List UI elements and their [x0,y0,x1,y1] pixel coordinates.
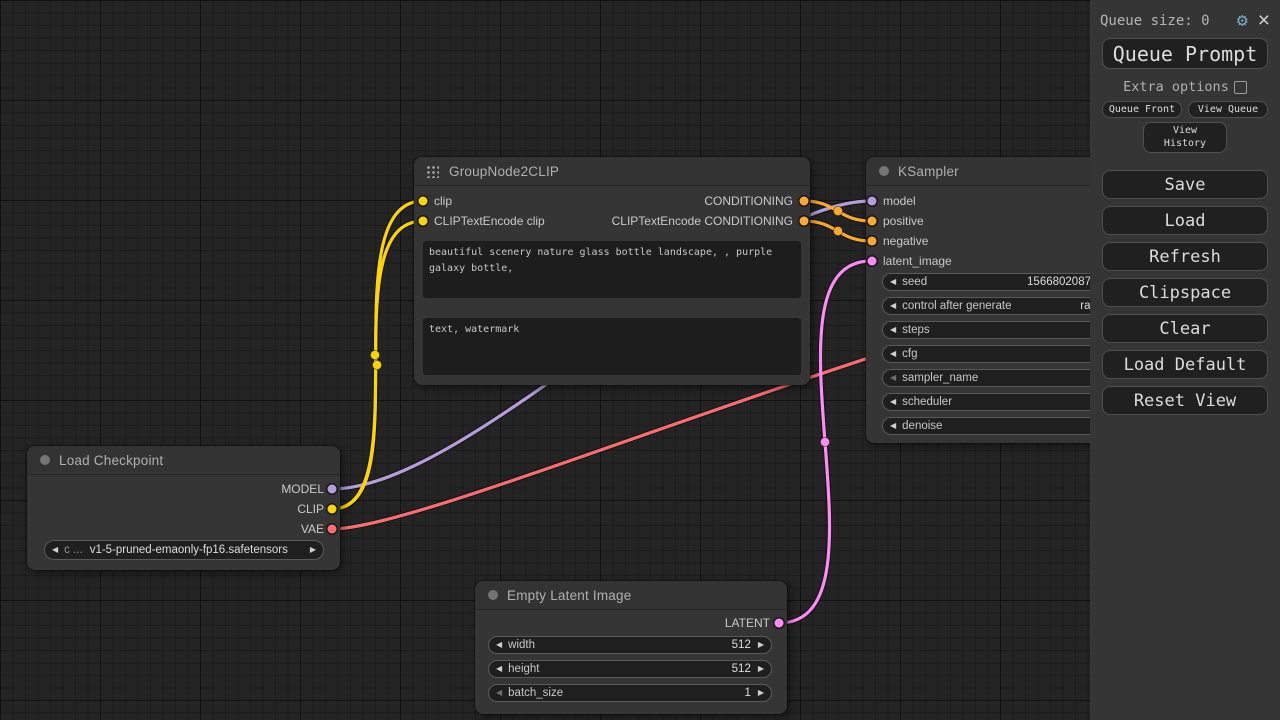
increment-arrow-icon[interactable]: ▶ [758,641,764,649]
input-slot-clip[interactable] [419,197,428,206]
refresh-button[interactable]: Refresh [1102,242,1268,271]
clipspace-button[interactable]: Clipspace [1102,278,1268,307]
clear-button[interactable]: Clear [1102,314,1268,343]
collapse-dot[interactable] [488,590,498,600]
node-header[interactable]: Load Checkpoint [27,446,340,475]
grip-icon [426,165,439,178]
decrement-arrow-icon[interactable]: ◀ [890,350,896,358]
node-groupnode2clip[interactable]: GroupNode2CLIP clip CLIPTextEncode clip … [414,157,810,385]
output-slot-cliptextencode-conditioning[interactable] [800,217,809,226]
comfy-menu-sidebar: Queue size: 0 ⚙ × Queue Prompt Extra opt… [1090,0,1280,720]
node-title: Empty Latent Image [507,588,631,603]
output-slot-conditioning[interactable] [800,197,809,206]
prev-option-arrow-icon[interactable]: ◀ [52,546,58,554]
queue-front-button[interactable]: Queue Front [1102,101,1182,118]
output-slot-vae[interactable] [328,525,337,534]
node-header[interactable]: Empty Latent Image [475,581,787,610]
close-icon[interactable]: × [1258,10,1270,31]
decrement-arrow-icon[interactable]: ◀ [496,641,502,649]
collapse-dot[interactable] [40,455,50,465]
decrement-arrow-icon[interactable]: ◀ [890,326,896,334]
decrement-arrow-icon[interactable]: ◀ [890,374,896,382]
widget-width[interactable]: ◀ width 512 ▶ [488,636,772,654]
output-slot-model[interactable] [328,485,337,494]
input-slot-negative[interactable] [868,237,877,246]
input-slot-model[interactable] [868,197,877,206]
widget-batch-size[interactable]: ◀ batch_size 1 ▶ [488,684,772,702]
save-button[interactable]: Save [1102,170,1268,199]
decrement-arrow-icon[interactable]: ◀ [496,665,502,673]
collapse-dot[interactable] [879,166,889,176]
decrement-arrow-icon[interactable]: ◀ [890,398,896,406]
output-slot-latent[interactable] [775,619,784,628]
node-empty-latent-image[interactable]: Empty Latent Image LATENT ◀ width 512 ▶ … [475,581,787,714]
decrement-arrow-icon[interactable]: ◀ [890,278,896,286]
negative-prompt-textarea[interactable]: text, watermark [423,318,801,375]
decrement-arrow-icon[interactable]: ◀ [890,422,896,430]
view-history-button[interactable]: View History [1143,122,1227,153]
load-default-button[interactable]: Load Default [1102,350,1268,379]
input-slot-cliptextencode-clip[interactable] [419,217,428,226]
node-load-checkpoint[interactable]: Load Checkpoint MODEL CLIP VAE ◀ c ... v… [27,446,340,570]
node-header[interactable]: GroupNode2CLIP [414,157,810,186]
load-button[interactable]: Load [1102,206,1268,235]
reset-view-button[interactable]: Reset View [1102,386,1268,415]
node-title: KSampler [898,164,959,179]
widget-height[interactable]: ◀ height 512 ▶ [488,660,772,678]
input-slot-latent-image[interactable] [868,257,877,266]
settings-gear-icon[interactable]: ⚙ [1237,12,1248,30]
positive-prompt-textarea[interactable]: beautiful scenery nature glass bottle la… [423,241,801,298]
next-option-arrow-icon[interactable]: ▶ [310,546,316,554]
node-title: GroupNode2CLIP [449,164,559,179]
widget-ckpt-name[interactable]: ◀ c ... v1-5-pruned-emaonly-fp16.safeten… [44,540,324,560]
extra-options-checkbox[interactable] [1234,81,1247,94]
queue-size-label: Queue size: 0 [1100,13,1210,29]
queue-prompt-button[interactable]: Queue Prompt [1102,38,1268,69]
output-slot-clip[interactable] [328,505,337,514]
increment-arrow-icon[interactable]: ▶ [758,665,764,673]
decrement-arrow-icon[interactable]: ◀ [890,302,896,310]
extra-options-label: Extra options [1123,79,1229,95]
node-title: Load Checkpoint [59,453,163,468]
view-queue-button[interactable]: View Queue [1188,101,1268,118]
input-slot-positive[interactable] [868,217,877,226]
decrement-arrow-icon[interactable]: ◀ [496,689,502,697]
increment-arrow-icon[interactable]: ▶ [758,689,764,697]
